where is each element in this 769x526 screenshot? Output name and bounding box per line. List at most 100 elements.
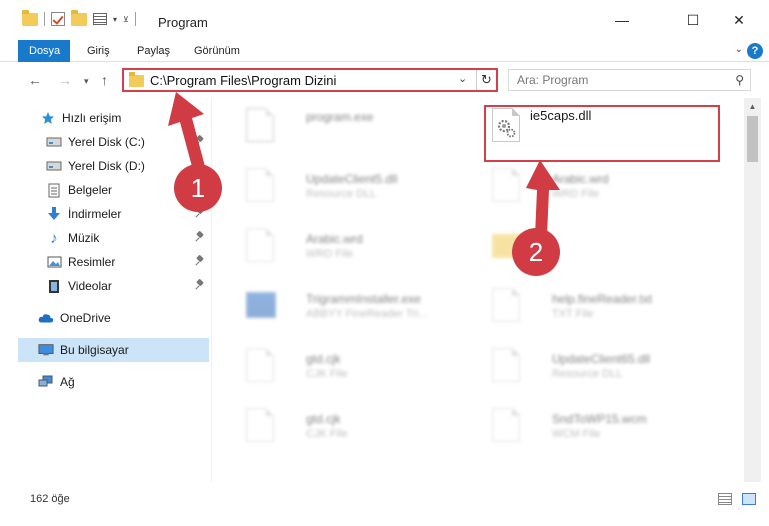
folder-icon [129, 72, 144, 87]
sidebar-item-label: İndirmeler [68, 207, 122, 221]
customize-toolbar-icon[interactable]: ⊻ [123, 15, 129, 24]
file-item[interactable]: gtd.cjk CJK File [234, 400, 474, 452]
file-item[interactable]: Arabic.wrd WRD File [234, 220, 474, 272]
chevron-down-icon[interactable]: ▾ [113, 15, 117, 24]
sidebar-item-label: Ağ [60, 375, 75, 389]
tab-gorunum[interactable]: Görünüm [184, 40, 250, 62]
details-view-icon[interactable] [718, 493, 732, 505]
file-name: TrigrammInstaller.exe [306, 292, 421, 306]
tab-giris[interactable]: Giriş [77, 40, 120, 62]
file-item[interactable]: SndToWP15.wcm WCM File [480, 400, 720, 452]
sidebar-item-videos[interactable]: Videolar [0, 274, 210, 298]
properties-icon[interactable] [93, 13, 107, 25]
pictures-icon [46, 254, 62, 270]
computer-icon [38, 342, 54, 358]
annotation-badge-1: 1 [174, 164, 222, 212]
file-name: UpdateClient65.dll [552, 352, 651, 366]
videos-icon [46, 278, 62, 294]
download-icon [46, 206, 62, 222]
sidebar-item-network[interactable]: Ağ [0, 370, 210, 394]
file-icon [492, 408, 520, 442]
scroll-up-icon[interactable]: ▲ [744, 98, 761, 115]
close-button[interactable]: ✕ [716, 0, 762, 40]
sidebar-item-this-pc[interactable]: Bu bilgisayar [18, 338, 209, 362]
quick-access-toolbar: ▾ ⊻ [22, 9, 136, 26]
file-item[interactable]: help.fineReader.txt TXT File [480, 280, 720, 332]
sidebar-item-pictures[interactable]: Resimler [0, 250, 210, 274]
dll-icon [492, 108, 520, 142]
file-item[interactable]: gtd.cjk CJK File [234, 340, 474, 392]
scroll-thumb[interactable] [747, 116, 758, 162]
title-bar: ▾ ⊻ Program — ☐ ✕ [0, 0, 769, 40]
navigation-bar: ← → ▾ ↑ C:\Program Files\Program Dizini … [0, 62, 769, 98]
file-item[interactable]: UpdateClient5.dll Resource DLL [234, 160, 474, 212]
drive-icon [46, 134, 62, 150]
file-type: WRD File [552, 188, 600, 200]
file-icon [492, 168, 520, 202]
properties-check-icon[interactable] [51, 12, 65, 26]
file-item[interactable]: TrigrammInstaller.exe ABBYY FineReader T… [234, 280, 474, 332]
refresh-icon[interactable]: ↻ [476, 70, 496, 90]
search-box[interactable]: ⚲ [508, 69, 751, 91]
pin-icon[interactable] [196, 232, 204, 242]
onedrive-icon [38, 310, 54, 326]
search-input[interactable] [509, 70, 709, 90]
expand-ribbon-icon[interactable]: ⌄ [735, 44, 743, 55]
address-bar[interactable]: C:\Program Files\Program Dizini ⌄ ↻ [122, 68, 498, 92]
new-folder-icon[interactable] [71, 9, 87, 26]
large-icons-view-icon[interactable] [742, 493, 756, 505]
tab-dosya[interactable]: Dosya [18, 40, 70, 62]
folder-icon [22, 9, 38, 26]
file-type: CJK File [306, 428, 348, 440]
star-icon [40, 110, 56, 126]
sidebar-item-onedrive[interactable]: OneDrive [0, 306, 210, 330]
pin-icon[interactable] [196, 256, 204, 266]
item-count: 162 öğe [30, 493, 70, 505]
music-icon: ♪ [50, 229, 58, 247]
file-icon [246, 348, 274, 382]
file-name: UpdateClient5.dll [306, 172, 398, 186]
ribbon-tabs: Dosya Giriş Paylaş Görünüm ⌄ ? [0, 40, 769, 62]
pin-icon[interactable] [196, 136, 204, 146]
sidebar-item-label: Resimler [68, 255, 116, 269]
tab-paylas[interactable]: Paylaş [127, 40, 180, 62]
chevron-down-icon[interactable]: ⌄ [458, 72, 467, 85]
address-path[interactable]: C:\Program Files\Program Dizini [150, 73, 336, 88]
file-item[interactable]: UpdateClient65.dll Resource DLL [480, 340, 720, 392]
file-name: help.fineReader.txt [552, 292, 653, 306]
divider [134, 12, 136, 26]
exe-icon [246, 288, 276, 322]
sidebar-item-downloads[interactable]: İndirmeler [0, 202, 210, 226]
file-item[interactable]: Arabic.wrd WRD File [480, 160, 720, 212]
maximize-button[interactable]: ☐ [670, 0, 716, 40]
recent-locations-icon[interactable]: ▾ [84, 76, 89, 87]
file-name: ie5caps.dll [530, 108, 592, 123]
sidebar-item-label: OneDrive [60, 311, 111, 325]
file-icon [246, 408, 274, 442]
search-icon[interactable]: ⚲ [735, 73, 744, 87]
up-arrow-icon[interactable]: ↑ [101, 72, 108, 88]
network-icon [38, 374, 54, 390]
minimize-button[interactable]: — [599, 0, 645, 40]
sidebar-item-disk-c[interactable]: Yerel Disk (C:) [0, 130, 210, 154]
sidebar-item-label: Hızlı erişim [62, 111, 122, 125]
file-name: Arabic.wrd [552, 172, 609, 186]
dll-icon [246, 168, 274, 202]
window-title: Program [158, 15, 208, 30]
help-icon[interactable]: ? [747, 43, 763, 59]
file-item[interactable]: program.exe [234, 100, 474, 152]
sidebar-item-quick-access[interactable]: Hızlı erişim [0, 106, 210, 130]
back-arrow-icon[interactable]: ← [28, 72, 42, 88]
file-type: ABBYY FineReader Tri... [306, 308, 428, 320]
sidebar-item-music[interactable]: ♪ Müzik [0, 226, 210, 250]
sidebar-item-label: Belgeler [68, 183, 113, 197]
vertical-scrollbar[interactable]: ▲ [744, 98, 761, 482]
file-name: Arabic.wrd [306, 232, 363, 246]
forward-arrow-icon[interactable]: → [58, 72, 72, 88]
pin-icon[interactable] [196, 280, 204, 290]
status-bar: 162 öğe [0, 486, 769, 514]
file-item-ie5caps[interactable]: ie5caps.dll [480, 100, 720, 152]
exe-icon [246, 108, 274, 142]
file-list: program.exe ie5caps.dll UpdateClient5.dl… [212, 98, 744, 482]
file-icon [246, 228, 274, 262]
